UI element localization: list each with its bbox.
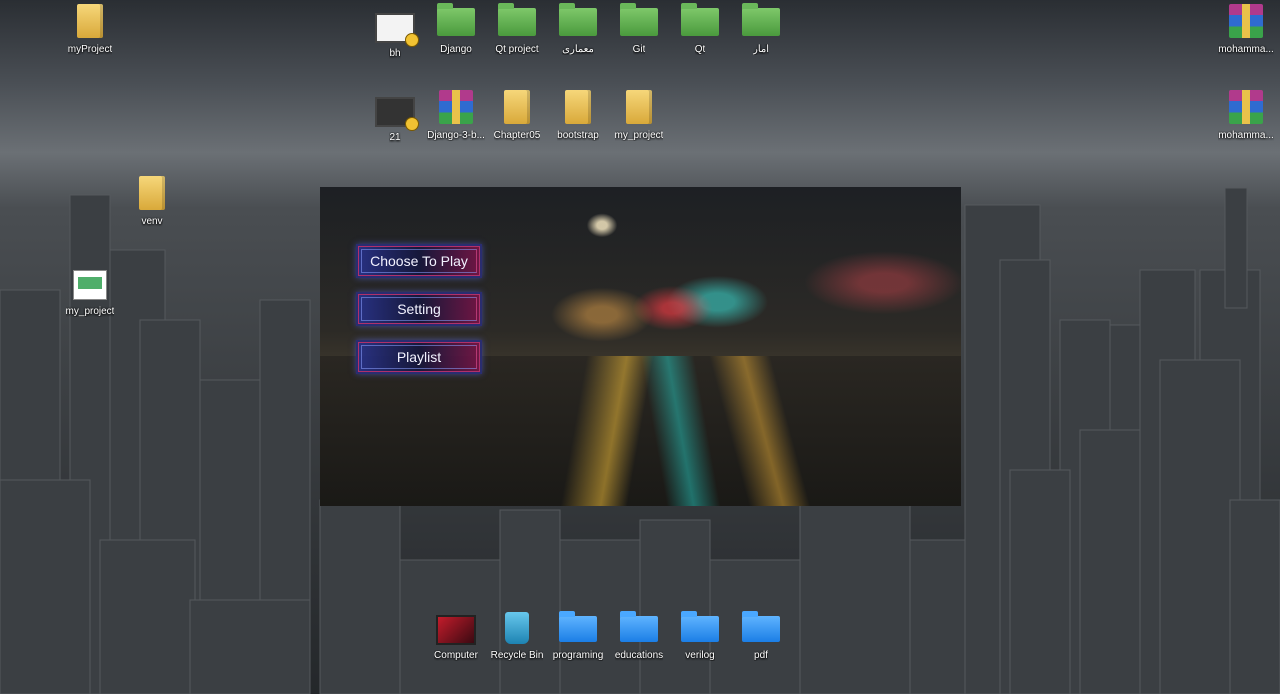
folder-icon <box>437 3 475 36</box>
desktop-icon-rar-1[interactable]: mohamma... <box>1214 4 1278 55</box>
desktop-icon-recycle-bin[interactable]: Recycle Bin <box>485 610 549 661</box>
video-file-icon <box>375 13 419 47</box>
desktop-icon-architecture[interactable]: معماری <box>546 3 610 55</box>
icon-label: Git <box>632 44 646 55</box>
desktop-icon-qt-project[interactable]: Qt project <box>485 3 549 55</box>
rar-archive-icon <box>1229 90 1263 124</box>
folder-icon <box>504 90 530 124</box>
icon-label: Chapter05 <box>493 130 541 141</box>
desktop-icon-chapter05[interactable]: Chapter05 <box>485 90 549 141</box>
desktop-icon-pdf[interactable]: pdf <box>729 610 793 661</box>
playlist-button[interactable]: Playlist <box>356 340 482 374</box>
icon-label: Computer <box>434 650 478 661</box>
icon-label: pdf <box>754 650 768 661</box>
desktop-icon-django-rar[interactable]: Django-3-b... <box>424 90 488 141</box>
button-label: Playlist <box>396 349 442 365</box>
icon-label: my_project <box>65 306 115 317</box>
folder-icon <box>565 90 591 124</box>
desktop-icon-programing[interactable]: programing <box>546 610 610 661</box>
desktop-icon-git[interactable]: Git <box>607 3 671 55</box>
button-label: Choose To Play <box>370 253 468 269</box>
media-player-window: Choose To Play Setting Playlist <box>320 187 961 506</box>
folder-icon <box>620 611 658 642</box>
desktop-icon-bh[interactable]: bh <box>363 8 427 59</box>
folder-icon <box>681 3 719 36</box>
rar-archive-icon <box>1229 4 1263 38</box>
icon-label: bh <box>389 48 401 59</box>
setting-button[interactable]: Setting <box>356 292 482 326</box>
desktop-icon-my-project[interactable]: my_project <box>607 90 671 141</box>
folder-icon <box>77 4 103 38</box>
desktop-icon-21[interactable]: 21 <box>363 92 427 143</box>
icon-label: educations <box>614 650 664 661</box>
icon-label: myProject <box>67 44 113 55</box>
icon-label: Django-3-b... <box>427 130 485 141</box>
icon-label: my_project <box>614 130 664 141</box>
icon-label: Recycle Bin <box>490 650 544 661</box>
desktop-icon-django[interactable]: Django <box>424 3 488 55</box>
folder-icon <box>559 3 597 36</box>
desktop-icon-venv[interactable]: venv <box>120 176 184 227</box>
desktop-icon-qt[interactable]: Qt <box>668 3 732 55</box>
icon-label: programing <box>552 650 604 661</box>
icon-label: Django <box>440 44 472 55</box>
icon-label: Qt <box>694 44 706 55</box>
icon-label: Qt project <box>495 44 539 55</box>
background-road-image <box>320 356 961 506</box>
rar-archive-icon <box>439 90 473 124</box>
icon-label: 21 <box>389 132 401 143</box>
icon-label: mohamma... <box>1218 44 1274 55</box>
folder-icon <box>559 611 597 642</box>
folder-icon <box>498 3 536 36</box>
recycle-bin-icon <box>505 612 529 644</box>
folder-icon <box>620 3 658 36</box>
folder-icon <box>742 611 780 642</box>
icon-label: معماری <box>562 44 594 55</box>
icon-label: verilog <box>685 650 715 661</box>
button-label: Setting <box>397 301 441 317</box>
desktop-icon-myproject[interactable]: myProject <box>58 4 122 55</box>
desktop-icon-computer[interactable]: Computer <box>424 610 488 661</box>
icon-label: آمار <box>752 44 769 55</box>
desktop-icon-verilog[interactable]: verilog <box>668 610 732 661</box>
folder-icon <box>139 176 165 210</box>
desktop-icon-rar-2[interactable]: mohamma... <box>1214 90 1278 141</box>
choose-to-play-button[interactable]: Choose To Play <box>356 244 482 278</box>
icon-label: mohamma... <box>1218 130 1274 141</box>
desktop-icon-statistics[interactable]: آمار <box>729 3 793 55</box>
video-file-icon <box>375 97 419 131</box>
folder-icon <box>742 3 780 36</box>
desktop-icon-my-project-doc[interactable]: my_project <box>58 266 122 317</box>
icon-label: venv <box>141 216 163 227</box>
document-icon <box>73 270 107 300</box>
computer-icon <box>436 615 476 645</box>
folder-icon <box>681 611 719 642</box>
icon-label: bootstrap <box>557 130 599 141</box>
folder-icon <box>626 90 652 124</box>
desktop-icon-bootstrap[interactable]: bootstrap <box>546 90 610 141</box>
desktop-icon-educations[interactable]: educations <box>607 610 671 661</box>
